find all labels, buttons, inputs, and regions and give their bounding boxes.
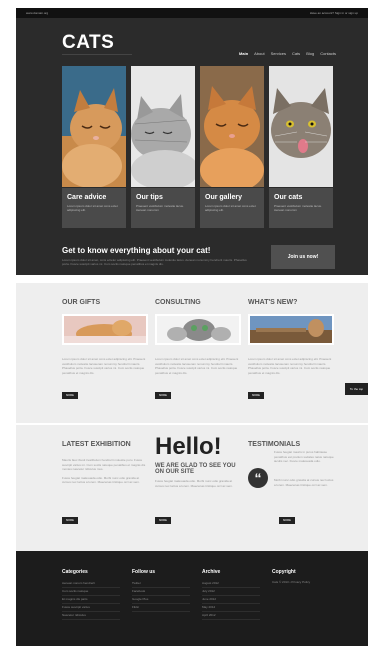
footer-heading: Categories (62, 569, 88, 575)
section-heading: TESTIMONIALS (248, 441, 301, 448)
join-us-button[interactable]: Join us now! (271, 245, 335, 269)
page: www.domain.org Have an account? Sign in … (16, 8, 368, 646)
card-title: Our cats (274, 194, 303, 201)
hello-title: Hello! (155, 433, 222, 460)
card-our-tips[interactable]: Our tips Praesent vestibulum molestie la… (131, 66, 195, 228)
nav-item-main[interactable]: Main (239, 51, 248, 56)
footer-link[interactable]: Cum sociis natoque (62, 588, 120, 596)
nav-item-contacts[interactable]: Contacts (320, 51, 336, 56)
footer-heading: Archive (202, 569, 221, 575)
card-care-advice[interactable]: Care advice Lorem ipsum dolor sit amet c… (62, 66, 126, 228)
footer-categories: Categories Aenean nonum hendrerit Cum so… (62, 569, 120, 620)
card-our-gallery[interactable]: Our gallery Lorem ipsum dolor sit amet c… (200, 66, 264, 228)
col-hello: Hello! WE ARE GLAD TO SEE YOU ON OUR SIT… (155, 435, 241, 488)
more-button[interactable]: MORE (62, 392, 78, 399)
section-heading: WHAT'S NEW? (248, 299, 298, 306)
section-text: Mauris fauc ibusit trestibulum hendrerit… (62, 458, 146, 471)
cat-photo-1 (62, 66, 126, 187)
more-button[interactable]: MORE (155, 517, 171, 524)
footer-link[interactable]: May 2012 (202, 604, 260, 612)
footer-link-google-plus[interactable]: Google Plus (132, 596, 190, 604)
nav-item-services[interactable]: Services (271, 51, 286, 56)
card-text: Praesent vestibulum molestie lacus. Aene… (274, 204, 322, 212)
footer: Categories Aenean nonum hendrerit Cum so… (16, 551, 368, 646)
footer-link-facebook[interactable]: Facebook (132, 588, 190, 596)
card-caption: Our cats Praesent vestibulum molestie la… (269, 188, 333, 228)
card-title: Our gallery (205, 194, 242, 201)
card-caption: Care advice Lorem ipsum dolor sit amet c… (62, 188, 126, 228)
footer-heading: Copyright (272, 569, 296, 575)
col-our-gifts: OUR GIFTS Lorem ipsum dolor sit amet con… (62, 299, 148, 375)
cat-photo-3 (200, 66, 264, 187)
footer-link[interactable]: Et magnis dis parts (62, 596, 120, 604)
nav-item-about[interactable]: About (254, 51, 264, 56)
footer-link[interactable]: June 2012 (202, 596, 260, 604)
copyright-text: Cats © 2013 • Privacy Policy (272, 580, 311, 584)
testimonial-text: Morbi nunc odio gravida at cursus nec lu… (274, 478, 334, 487)
hero: CATS Main About Services Cats Blog Conta… (16, 18, 368, 275)
more-button[interactable]: MORE (155, 392, 171, 399)
top-bar: www.domain.org Have an account? Sign in … (16, 8, 368, 18)
section-heading: LATEST EXHIBITION (62, 441, 131, 448)
footer-copyright: Copyright Cats © 2013 • Privacy Policy (272, 569, 310, 584)
top-bar-account-links[interactable]: Have an account? Sign in or sign up (310, 11, 358, 15)
card-our-cats[interactable]: Our cats Praesent vestibulum molestie la… (269, 66, 333, 228)
cta-text: Lorem ipsum dolor sit amet, cons ectetur… (62, 258, 247, 266)
card-text: Praesent vestibulum molestie lacus. Aene… (136, 204, 184, 212)
card-text: Lorem ipsum dolor sit amet cons ectet ad… (67, 204, 118, 212)
more-button[interactable]: MORE (62, 517, 78, 524)
footer-link[interactable]: July 2012 (202, 588, 260, 596)
footer-follow-us: Follow us Twitter Facebook Google Plus F… (132, 569, 190, 612)
cta-title: Get to know everything about your cat! (62, 246, 211, 255)
to-the-top-button[interactable]: To the top (345, 383, 368, 395)
footer-link[interactable]: April 2012 (202, 612, 260, 620)
section-text: Fusce feugiat malesuada odio. Morbi nunc… (62, 475, 140, 485)
quote-icon: “ (248, 468, 268, 488)
hello-subtitle: WE ARE GLAD TO SEE YOU ON OUR SITE (155, 463, 236, 475)
col-testimonials: TESTIMONIALS “ Fusce feugiat mauris in p… (248, 441, 334, 504)
main-nav: Main About Services Cats Blog Contacts (239, 51, 336, 56)
thumb-image[interactable] (62, 314, 148, 345)
thumb-image[interactable] (155, 314, 241, 345)
footer-link[interactable]: Aenean nonum hendrerit (62, 580, 120, 588)
footer-link-twitter[interactable]: Twitter (132, 580, 190, 588)
section-text: Lorem ipsum dolor sit amet cons ectet ad… (62, 357, 146, 375)
card-caption: Our gallery Lorem ipsum dolor sit amet c… (200, 188, 264, 228)
testimonial-text: Fusce feugiat mauris in purus habitasse … (274, 450, 334, 463)
card-title: Our tips (136, 194, 163, 201)
col-latest-exhibition: LATEST EXHIBITION Mauris fauc ibusit tre… (62, 441, 148, 485)
card-text: Lorem ipsum dolor sit amet cons ectet ad… (205, 204, 256, 212)
footer-link[interactable]: Fusce suscipit varius (62, 604, 120, 612)
footer-link-flickr[interactable]: Flickr (132, 604, 190, 612)
more-button[interactable]: MORE (248, 392, 264, 399)
logo-divider (62, 54, 132, 55)
col-consulting: CONSULTING Lorem ipsum dolor sit amet co… (155, 299, 241, 375)
site-logo[interactable]: CATS (62, 32, 114, 54)
thumb-image[interactable] (248, 314, 334, 345)
card-title: Care advice (67, 194, 107, 201)
section-text: Fusce feugiat malesuada odio. Morbi nunc… (155, 479, 233, 488)
section-heading: CONSULTING (155, 299, 201, 306)
section-text: Lorem ipsum dolor sit amet cons ectet ad… (155, 357, 239, 375)
section-heading: OUR GIFTS (62, 299, 101, 306)
nav-item-cats[interactable]: Cats (292, 51, 300, 56)
info-section: LATEST EXHIBITION Mauris fauc ibusit tre… (16, 425, 368, 551)
top-bar-domain[interactable]: www.domain.org (26, 11, 48, 15)
more-button[interactable]: MORE (279, 517, 295, 524)
footer-link[interactable]: August 2012 (202, 580, 260, 588)
footer-link[interactable]: Nascetur ridiculus (62, 612, 120, 620)
cat-photo-2 (131, 66, 195, 187)
cat-photo-4 (269, 66, 333, 187)
col-whats-new: WHAT'S NEW? Lorem ipsum dolor sit amet c… (248, 299, 334, 375)
section-text: Lorem ipsum dolor sit amet cons ectet ad… (248, 357, 332, 375)
cat-cards: Care advice Lorem ipsum dolor sit amet c… (62, 66, 333, 228)
features-section: OUR GIFTS Lorem ipsum dolor sit amet con… (16, 283, 368, 423)
footer-archive: Archive August 2012 July 2012 June 2012 … (202, 569, 260, 620)
nav-item-blog[interactable]: Blog (306, 51, 314, 56)
footer-heading: Follow us (132, 569, 156, 575)
card-caption: Our tips Praesent vestibulum molestie la… (131, 188, 195, 228)
